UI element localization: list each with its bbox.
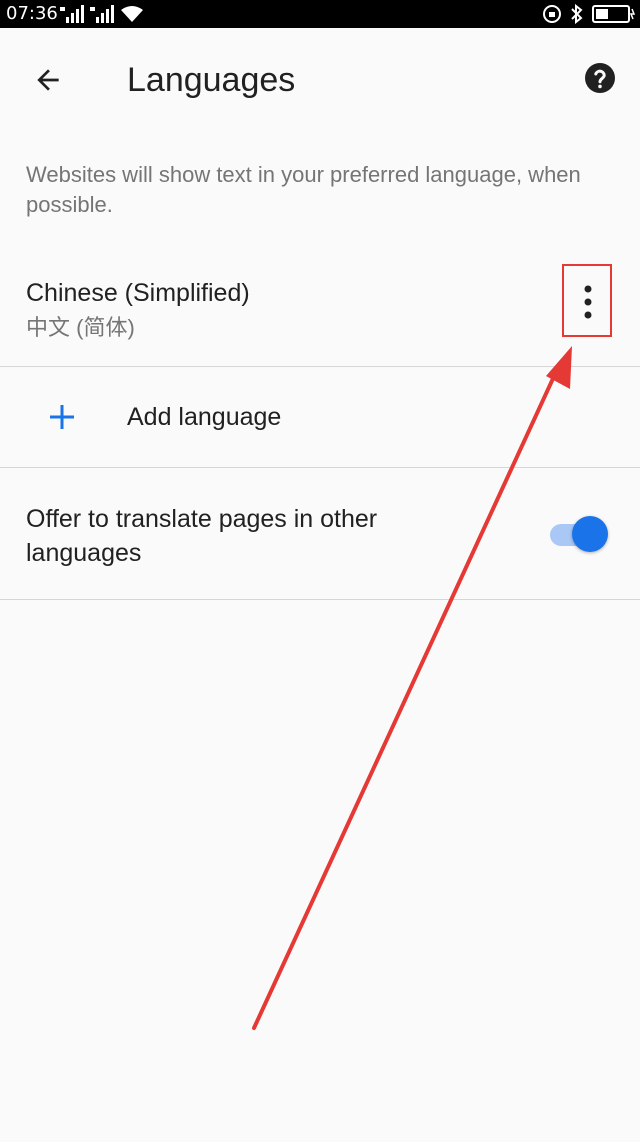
status-bar: 07:36 [0,0,640,28]
page-title: Languages [127,61,296,99]
language-native-name: 中文 (简体) [26,315,135,340]
add-language-label: Add language [127,403,282,431]
plus-icon [50,405,74,429]
wifi-icon [121,6,143,22]
help-button[interactable] [580,58,620,98]
bluetooth-icon [571,4,583,24]
more-vert-icon [584,285,592,318]
signal-icon [60,5,84,23]
battery-icon [592,5,636,23]
back-button[interactable] [22,54,74,106]
help-circle-icon [585,63,615,93]
app-bar: Languages [0,28,640,132]
status-left-icons [60,4,144,24]
translate-offer-row[interactable]: Offer to translate pages in other langua… [0,468,640,599]
translate-offer-label: Offer to translate pages in other langua… [26,505,378,567]
toggle-thumb [572,516,608,552]
translate-toggle[interactable] [548,514,612,554]
status-time: 07:36 [6,3,58,24]
arrow-back-icon [37,69,59,91]
divider [0,599,640,600]
language-name: Chinese (Simplified) [26,279,250,307]
languages-description: Websites will show text in your preferre… [26,162,581,217]
status-right-icons [542,4,636,24]
language-more-button[interactable] [563,265,613,338]
alarm-lock-icon [543,5,561,23]
add-language-button[interactable]: Add language [0,367,640,467]
language-item-chinese-simplified: Chinese (Simplified) 中文 (简体) [0,262,640,366]
signal-icon [90,5,114,23]
